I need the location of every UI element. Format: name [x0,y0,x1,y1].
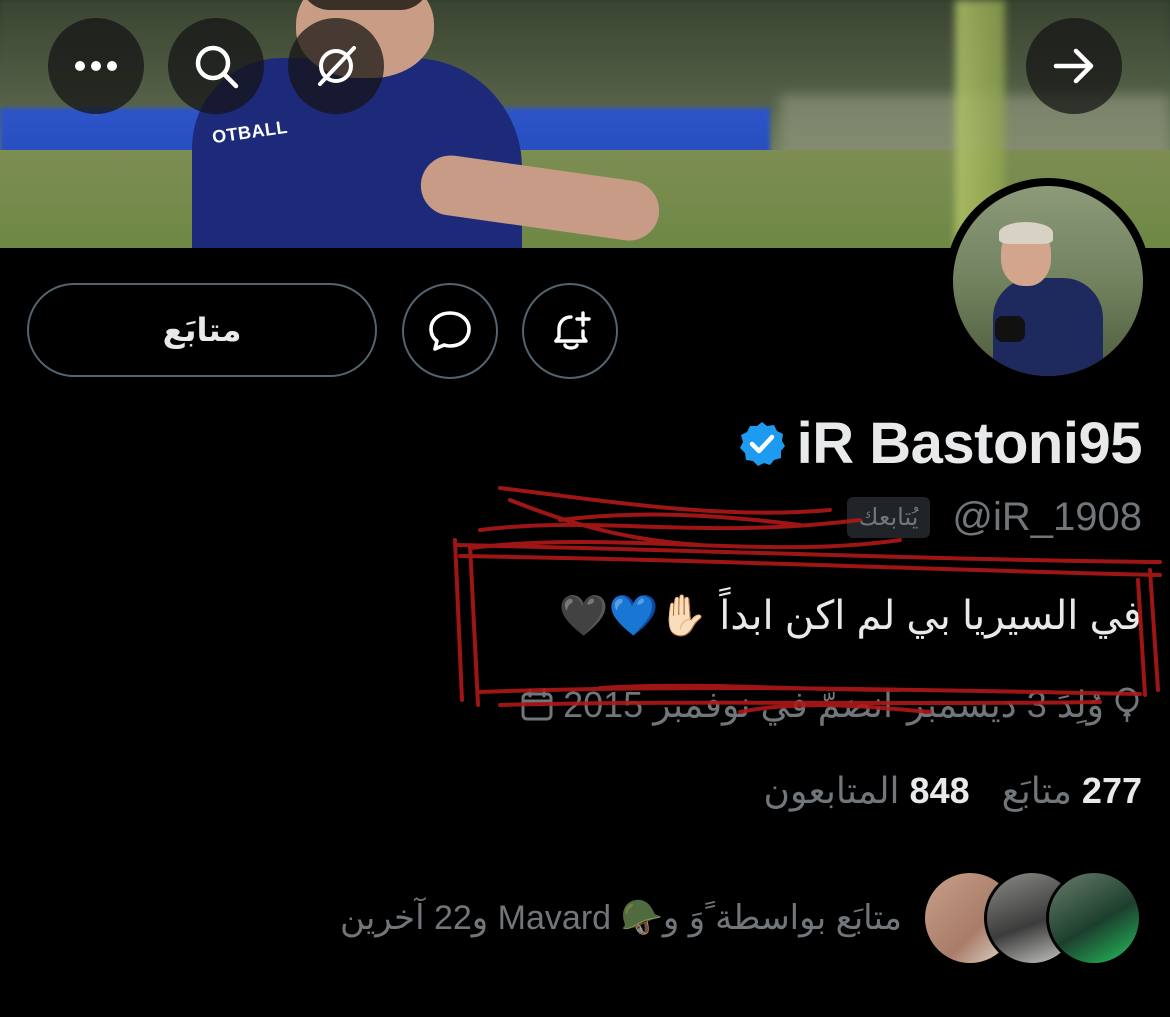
joined-text: انضمّ في نوفمبر 2015 [563,684,893,725]
search-button[interactable] [168,18,264,114]
following-count: 277 [1081,770,1142,811]
calendar-icon [521,688,553,721]
avatar-person-glove [995,316,1025,342]
profile-bio: في السيريا بي لم اكن ابداً ✋🏻💙🖤 [558,594,1142,638]
avatar-image [953,186,1143,376]
followed-by-text: متابَع بواسطة ًوَ و🪖 Mavard و22 آخرين [339,899,902,937]
message-button[interactable] [402,283,498,379]
search-icon [195,45,239,89]
balloon-icon [1115,687,1139,722]
followers-label: المتابعون [763,770,900,811]
profile-stats-row: 277 متابَع 848 المتابعون [764,770,1143,812]
following-button[interactable]: متابَع [27,283,377,377]
grok-button[interactable] [288,18,384,114]
mini-avatar [1046,870,1142,966]
bell-plus-icon [554,311,591,350]
more-button[interactable] [48,18,144,114]
birthday-text: وُلِدَ 3 ديسمبر [906,684,1104,725]
following-label: متابَع [1001,770,1072,811]
followers-you-know-avatars [922,870,1142,966]
profile-meta-row: وُلِدَ 3 ديسمبر انضمّ في نوفمبر 2015 [519,684,1142,726]
following-stat[interactable]: 277 متابَع [1002,770,1142,812]
display-name: iR Bastoni95 [796,411,1143,476]
more-icon [75,61,117,71]
verified-badge-icon[interactable] [737,419,787,469]
username-handle: @iR_1908 [952,495,1142,539]
grok-icon [318,46,356,86]
joined-item: انضمّ في نوفمبر 2015 [519,684,893,726]
followers-count: 848 [909,770,970,811]
followed-by-row[interactable]: متابَع بواسطة ًوَ و🪖 Mavard و22 آخرين [340,870,1142,966]
avatar-person-hair [999,222,1053,244]
followers-stat[interactable]: 848 المتابعون [764,770,970,812]
follows-you-badge: يُتابعك [846,497,931,538]
profile-name-row: iR Bastoni95 [737,410,1143,477]
message-icon [429,311,471,351]
profile-avatar[interactable] [945,178,1151,384]
handle-row: يُتابعك @iR_1908 [846,495,1142,540]
back-button[interactable] [1026,18,1122,114]
birthday-item: وُلِدَ 3 ديسمبر [907,684,1142,726]
notifications-button[interactable] [522,283,618,379]
arrow-right-icon [1053,48,1094,84]
